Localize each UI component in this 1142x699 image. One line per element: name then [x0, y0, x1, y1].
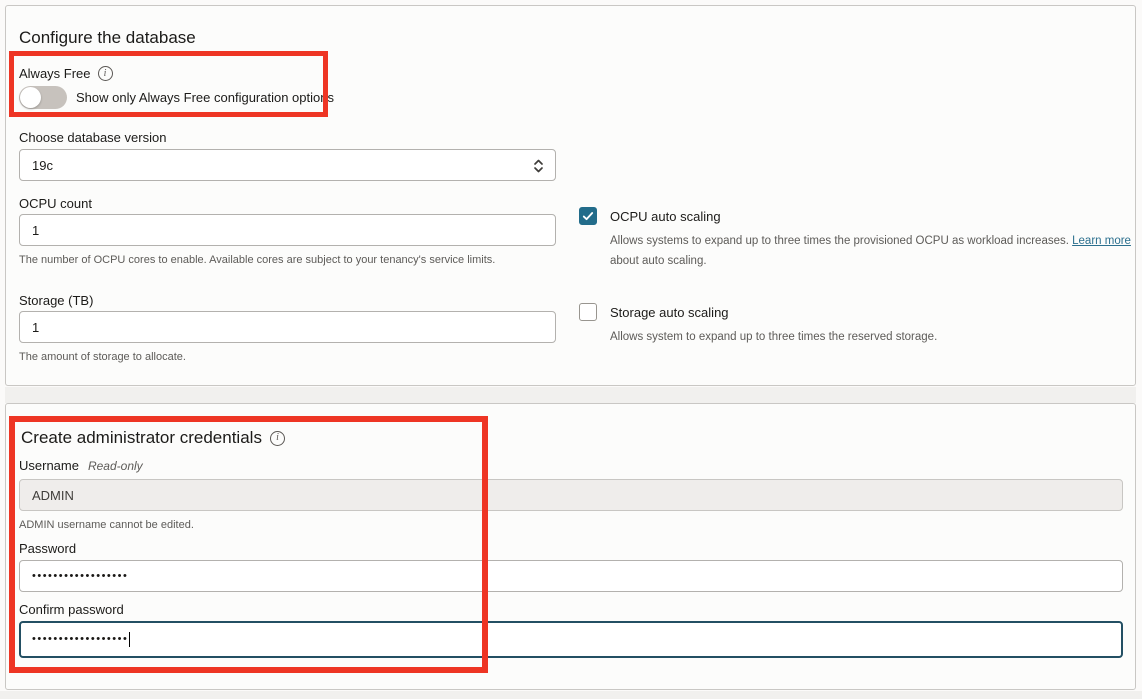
confirm-password-masked-value: ••••••••••••••••••: [32, 633, 129, 645]
username-label: Username: [19, 458, 79, 473]
ocpu-autoscale-desc-after: about auto scaling.: [610, 255, 707, 268]
configure-database-card: Configure the database Always Free i Sho…: [5, 5, 1136, 386]
username-value: ADMIN: [32, 487, 74, 503]
card-gap: [5, 387, 1136, 403]
credentials-title-text: Create administrator credentials: [21, 428, 262, 447]
page-bottom-margin: [0, 691, 1142, 699]
username-help: ADMIN username cannot be edited.: [19, 519, 194, 531]
username-label-row: Username Read-only: [19, 458, 143, 473]
database-version-label: Choose database version: [19, 130, 167, 145]
database-version-select[interactable]: 19c: [19, 149, 556, 181]
storage-label: Storage (TB): [19, 293, 94, 308]
credentials-card: Create administrator credentials i Usern…: [5, 403, 1136, 690]
ocpu-count-value: 1: [32, 222, 40, 238]
storage-value: 1: [32, 319, 40, 335]
configure-database-title: Configure the database: [19, 28, 196, 48]
info-icon[interactable]: i: [269, 430, 285, 446]
password-masked-value: ••••••••••••••••••: [32, 569, 129, 582]
database-version-value: 19c: [32, 157, 53, 173]
toggle-knob: [20, 87, 41, 108]
select-spinner-icon: [533, 158, 544, 177]
storage-autoscale-description: Allows system to expand up to three time…: [610, 331, 938, 343]
ocpu-count-input[interactable]: 1: [19, 214, 556, 246]
storage-autoscale-label: Storage auto scaling: [610, 305, 729, 320]
ocpu-count-label: OCPU count: [19, 196, 92, 211]
info-icon[interactable]: i: [97, 66, 113, 81]
storage-input[interactable]: 1: [19, 311, 556, 343]
ocpu-autoscale-label: OCPU auto scaling: [610, 209, 721, 224]
confirm-password-input[interactable]: ••••••••••••••••••: [19, 621, 1123, 658]
configure-database-title-text: Configure the database: [19, 28, 196, 47]
always-free-label: Always Free: [19, 66, 91, 81]
learn-more-link[interactable]: Learn more: [1072, 235, 1131, 247]
username-input: ADMIN: [19, 479, 1123, 511]
username-readonly-tag: Read-only: [87, 459, 143, 473]
check-icon: [582, 212, 594, 221]
ocpu-autoscale-checkbox[interactable]: [579, 207, 597, 225]
always-free-toggle[interactable]: [19, 86, 67, 109]
credentials-title: Create administrator credentials i: [21, 428, 285, 448]
password-input[interactable]: ••••••••••••••••••: [19, 560, 1123, 592]
ocpu-count-help: The number of OCPU cores to enable. Avai…: [19, 254, 496, 266]
text-cursor: [129, 632, 131, 647]
always-free-toggle-label: Show only Always Free configuration opti…: [76, 90, 334, 105]
storage-autoscale-checkbox[interactable]: [579, 303, 597, 321]
ocpu-autoscale-description: Allows systems to expand up to three tim…: [610, 231, 1142, 271]
ocpu-autoscale-desc-before: Allows systems to expand up to three tim…: [610, 235, 1073, 247]
always-free-label-row: Always Free i: [19, 66, 113, 81]
password-label: Password: [19, 541, 77, 556]
confirm-password-label: Confirm password: [19, 602, 124, 617]
storage-help: The amount of storage to allocate.: [19, 351, 186, 363]
